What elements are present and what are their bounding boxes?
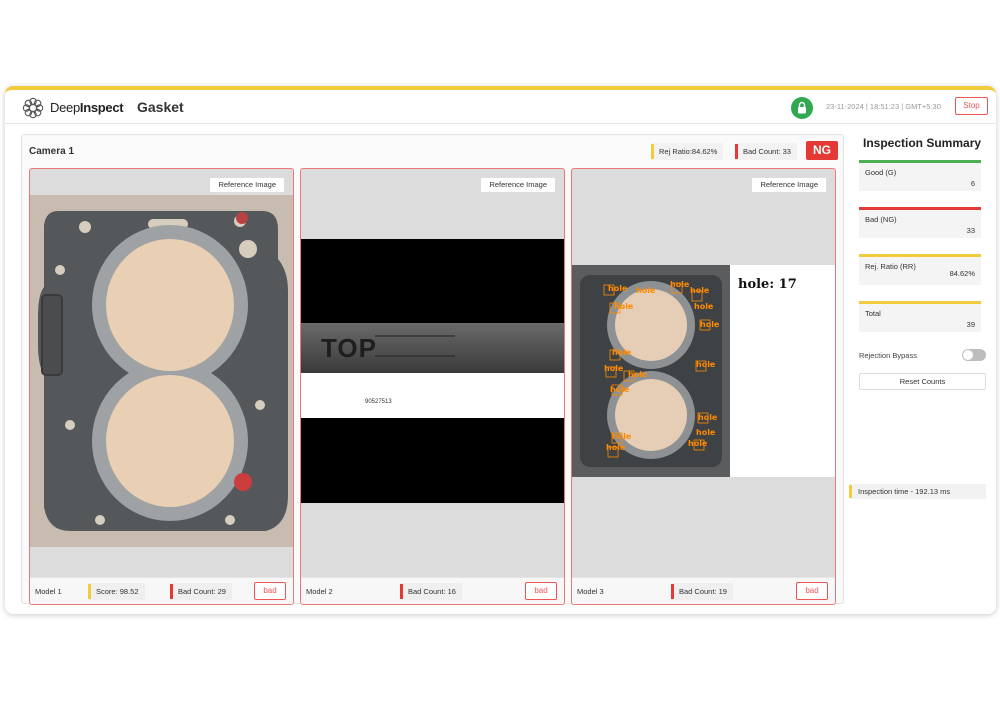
- model-name: Model 2: [306, 587, 333, 596]
- detection-label: hole: [608, 284, 628, 293]
- stop-button[interactable]: Stop: [955, 97, 988, 115]
- serial-strip: 90527513: [301, 373, 564, 418]
- brand-name-light: Deep: [50, 100, 80, 115]
- detection-label: hole: [696, 428, 716, 437]
- detection-label: hole: [606, 443, 626, 452]
- serial-number: 90527513: [365, 399, 392, 405]
- card-label: Total: [865, 309, 881, 318]
- model-2-panel: TOP 90527513 Reference Image Model 2 Bad…: [300, 168, 565, 605]
- card-value: 33: [966, 226, 975, 235]
- card-value: 39: [966, 320, 975, 329]
- detection-label: hole: [610, 385, 630, 394]
- lock-glyph-icon: [798, 101, 806, 114]
- model-2-footer: Model 2 Bad Count: 16 bad: [301, 577, 564, 604]
- gasket-camera-image: [30, 195, 293, 547]
- camera-title: Camera 1: [29, 146, 75, 157]
- card-label: Good (G): [865, 168, 897, 177]
- detection-label: hole: [612, 348, 632, 357]
- result-bad-button[interactable]: bad: [525, 582, 557, 600]
- detection-label: hole: [696, 360, 716, 369]
- card-value: 84.62%: [949, 269, 975, 278]
- reference-image-button[interactable]: Reference Image: [209, 177, 285, 193]
- card-accent-bar: [859, 254, 981, 257]
- model-1-footer: Model 1 Score: 98.52 Bad Count: 29 bad: [30, 577, 293, 604]
- rej-ratio-chip: Rej Ratio:84.62%: [651, 143, 724, 160]
- detection-label: hole: [688, 439, 708, 448]
- model-name: Model 1: [35, 587, 62, 596]
- summary-card-good: Good (G) 6: [859, 160, 981, 191]
- result-bad-button[interactable]: bad: [254, 582, 286, 600]
- score-chip: Score: 98.52: [88, 583, 145, 600]
- detection-summary: hole: 17: [738, 277, 797, 292]
- detection-label: hole: [698, 413, 718, 422]
- ocr-camera-image: TOP 90527513: [301, 239, 564, 503]
- detection-label: hole: [690, 286, 710, 295]
- detection-label: hole: [700, 320, 720, 329]
- bad-count-chip: Bad Count: 33: [735, 143, 797, 160]
- model-3-footer: Model 3 Bad Count: 19 bad: [572, 577, 835, 604]
- detection-label: hole: [604, 364, 624, 373]
- inspection-summary-sidebar: Inspection Summary Good (G) 6 Bad (NG) 3…: [851, 130, 989, 600]
- rejection-bypass-toggle[interactable]: [962, 349, 986, 361]
- card-label: Bad (NG): [865, 215, 897, 224]
- brand-name-bold: Inspect: [79, 100, 124, 115]
- ocr-text-noise: [375, 335, 455, 357]
- model-3-panel: hole: 17 hole hole hole hole hole hole h…: [571, 168, 836, 605]
- camera-section: Camera 1 Rej Ratio:84.62% Bad Count: 33 …: [21, 134, 844, 605]
- app-header: DeepInspect Gasket 23-11-2024 | 18:51:23…: [5, 90, 996, 124]
- detection-label: hole: [628, 370, 648, 379]
- ocr-roi-image: TOP: [301, 323, 564, 373]
- deepinspect-logo-icon: [22, 97, 44, 119]
- app-window: DeepInspect Gasket 23-11-2024 | 18:51:23…: [5, 86, 996, 614]
- card-label: Rej. Ratio (RR): [865, 262, 916, 271]
- model-1-panel: Reference Image Model 1 Score: 98.52 Bad…: [29, 168, 294, 605]
- datetime-display: 23-11-2024 | 18:51:23 | GMT+5:30: [826, 102, 941, 111]
- inspection-time: Inspection time - 192.13 ms: [849, 484, 986, 499]
- lock-icon[interactable]: [791, 97, 813, 119]
- summary-title: Inspection Summary: [863, 136, 982, 150]
- reference-image-button[interactable]: Reference Image: [480, 177, 556, 193]
- card-accent-bar: [859, 160, 981, 163]
- summary-card-rej-ratio: Rej. Ratio (RR) 84.62%: [859, 254, 981, 285]
- reset-counts-button[interactable]: Reset Counts: [859, 373, 986, 390]
- card-value: 6: [970, 179, 975, 188]
- ocr-text: TOP: [321, 333, 377, 363]
- detection-label: hole: [670, 280, 690, 289]
- card-accent-bar: [859, 207, 981, 210]
- rejection-bypass-label: Rejection Bypass: [859, 351, 917, 360]
- page-title: Gasket: [137, 99, 184, 115]
- detection-label: hole: [612, 432, 632, 441]
- reference-image-button[interactable]: Reference Image: [751, 177, 827, 193]
- detection-label: hole: [636, 286, 656, 295]
- model-bad-count-chip: Bad Count: 19: [671, 583, 733, 600]
- model-name: Model 3: [577, 587, 604, 596]
- brand-name: DeepInspect: [50, 100, 124, 115]
- result-bad-button[interactable]: bad: [796, 582, 828, 600]
- detection-label: hole: [614, 302, 634, 311]
- model-bad-count-chip: Bad Count: 16: [400, 583, 462, 600]
- summary-card-total: Total 39: [859, 301, 981, 332]
- model-bad-count-chip: Bad Count: 29: [170, 583, 232, 600]
- status-badge: NG: [806, 141, 838, 160]
- detection-label: hole: [694, 302, 714, 311]
- card-accent-bar: [859, 301, 981, 304]
- summary-card-bad: Bad (NG) 33: [859, 207, 981, 238]
